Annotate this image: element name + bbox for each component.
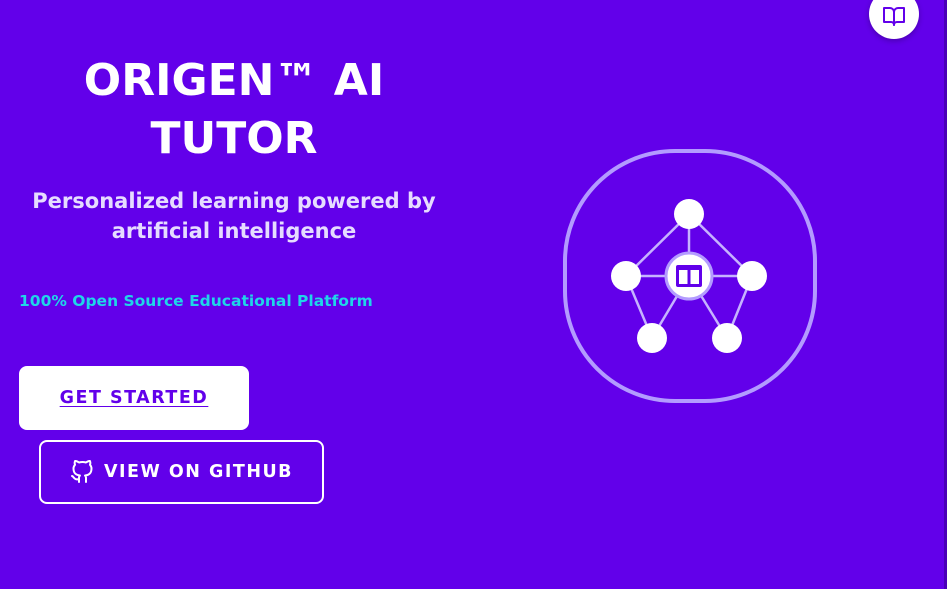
hero-title-line2: TUTOR [150, 113, 318, 164]
graph-node-bottom-right [712, 323, 742, 353]
github-icon [70, 460, 94, 484]
view-on-github-label: VIEW ON GITHUB [103, 462, 294, 482]
get-started-button[interactable]: GET STARTED [19, 366, 249, 430]
graph-node-right [737, 261, 767, 291]
hero-subtitle: Personalized learning powered by artific… [20, 186, 448, 246]
network-graph-icon [563, 149, 817, 403]
hero-page: ORIGEN™ AI TUTOR Personalized learning p… [0, 0, 947, 589]
graph-node-left [611, 261, 641, 291]
hero-tagline: 100% Open Source Educational Platform [19, 292, 373, 310]
hero-title: ORIGEN™ AI TUTOR [20, 52, 448, 168]
hero-subtitle-line2: artificial intelligence [111, 219, 357, 243]
docs-fab-button[interactable] [869, 0, 919, 39]
graph-node-top [674, 199, 704, 229]
hero-title-line1: ORIGEN™ AI [83, 55, 385, 106]
book-icon [676, 265, 702, 287]
graph-node-bottom-left [637, 323, 667, 353]
book-open-icon [882, 0, 906, 32]
hero-subtitle-line1: Personalized learning powered by [32, 189, 436, 213]
view-on-github-button[interactable]: VIEW ON GITHUB [39, 440, 324, 504]
